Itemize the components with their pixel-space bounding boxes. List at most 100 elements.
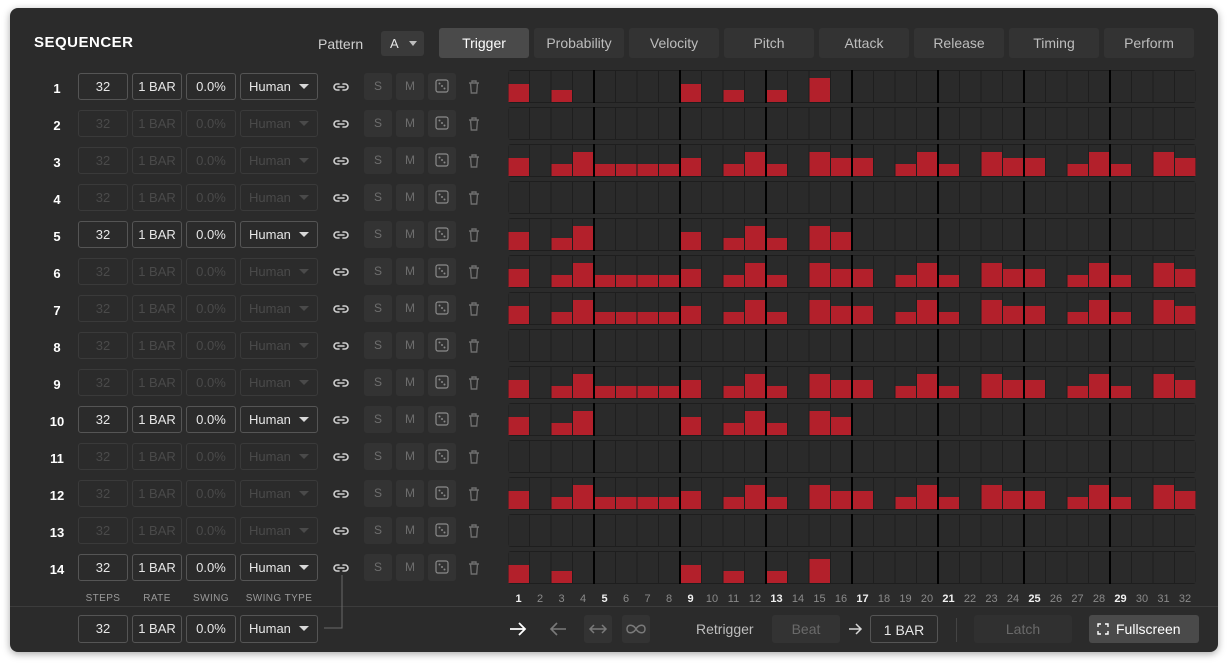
- trigger-bar[interactable]: [745, 374, 766, 398]
- step-cell[interactable]: [637, 71, 659, 102]
- step-cell[interactable]: [1110, 404, 1132, 435]
- randomize-button[interactable]: [428, 332, 456, 359]
- step-cell[interactable]: [874, 71, 895, 102]
- step-cell[interactable]: [551, 515, 573, 546]
- trigger-bar[interactable]: [1153, 485, 1175, 509]
- step-cell[interactable]: [1089, 182, 1110, 213]
- trigger-bar[interactable]: [766, 90, 788, 102]
- step-cell[interactable]: [1110, 182, 1132, 213]
- step-cell[interactable]: [960, 515, 981, 546]
- step-cell[interactable]: [960, 293, 981, 324]
- step-cell[interactable]: [766, 182, 788, 213]
- trigger-bar[interactable]: [852, 306, 874, 324]
- link-icon[interactable]: [331, 114, 351, 134]
- solo-button[interactable]: S: [364, 443, 392, 470]
- step-cell[interactable]: [1024, 71, 1046, 102]
- step-cell[interactable]: [1067, 330, 1089, 361]
- trigger-bar[interactable]: [766, 238, 788, 250]
- step-cell[interactable]: [723, 108, 745, 139]
- step-cell[interactable]: [637, 404, 659, 435]
- step-cell[interactable]: [637, 552, 659, 583]
- step-cell[interactable]: [1153, 71, 1175, 102]
- rate-field[interactable]: 1 BAR: [132, 332, 182, 359]
- swing-type-select[interactable]: Human: [240, 443, 318, 470]
- trigger-bar[interactable]: [831, 306, 852, 324]
- trigger-bar[interactable]: [938, 312, 960, 324]
- step-cell[interactable]: [1024, 515, 1046, 546]
- step-cell[interactable]: [723, 441, 745, 472]
- step-cell[interactable]: [1046, 515, 1067, 546]
- step-cell[interactable]: [960, 71, 981, 102]
- trigger-bar[interactable]: [1089, 300, 1110, 324]
- step-cell[interactable]: [895, 182, 917, 213]
- step-cell[interactable]: [702, 478, 723, 509]
- trigger-bar[interactable]: [981, 300, 1003, 324]
- randomize-button[interactable]: [428, 480, 456, 507]
- mute-button[interactable]: M: [396, 184, 424, 211]
- trigger-bar[interactable]: [637, 386, 659, 398]
- step-cell[interactable]: [1175, 441, 1196, 472]
- step-cell[interactable]: [616, 404, 637, 435]
- swing-type-select[interactable]: Human: [240, 184, 318, 211]
- link-icon[interactable]: [331, 447, 351, 467]
- step-cell[interactable]: [637, 219, 659, 250]
- step-cell[interactable]: [981, 404, 1003, 435]
- trigger-bar[interactable]: [852, 158, 874, 176]
- trigger-bar[interactable]: [1067, 164, 1089, 176]
- step-cell[interactable]: [1132, 182, 1153, 213]
- step-cell[interactable]: [1089, 404, 1110, 435]
- tab-attack[interactable]: Attack: [819, 28, 909, 58]
- step-cell[interactable]: [1110, 441, 1132, 472]
- step-cell[interactable]: [1110, 552, 1132, 583]
- step-cell[interactable]: [702, 145, 723, 176]
- step-cell[interactable]: [1024, 404, 1046, 435]
- link-icon[interactable]: [331, 484, 351, 504]
- trigger-bar[interactable]: [981, 374, 1003, 398]
- trigger-bar[interactable]: [616, 164, 637, 176]
- step-cell[interactable]: [530, 182, 551, 213]
- trigger-bar[interactable]: [616, 312, 637, 324]
- swing-field[interactable]: 0.0%: [186, 184, 236, 211]
- trigger-bar[interactable]: [1024, 380, 1046, 398]
- step-cell[interactable]: [1089, 71, 1110, 102]
- trigger-bar[interactable]: [766, 497, 788, 509]
- trash-icon[interactable]: [464, 151, 484, 171]
- step-cell[interactable]: [1175, 330, 1196, 361]
- step-cell[interactable]: [917, 404, 938, 435]
- step-cell[interactable]: [1067, 552, 1089, 583]
- step-cell[interactable]: [594, 71, 616, 102]
- step-cell[interactable]: [874, 330, 895, 361]
- step-cell[interactable]: [530, 256, 551, 287]
- steps-field[interactable]: 32: [78, 295, 128, 322]
- tab-trigger[interactable]: Trigger: [439, 28, 529, 58]
- step-cell[interactable]: [1175, 108, 1196, 139]
- swing-field[interactable]: 0.0%: [186, 406, 236, 433]
- trigger-bar[interactable]: [1089, 485, 1110, 509]
- trigger-bar[interactable]: [1153, 300, 1175, 324]
- trigger-bar[interactable]: [1067, 386, 1089, 398]
- step-cell[interactable]: [809, 330, 831, 361]
- step-cell[interactable]: [1132, 219, 1153, 250]
- step-cell[interactable]: [960, 552, 981, 583]
- step-cell[interactable]: [702, 182, 723, 213]
- trigger-bar[interactable]: [508, 158, 530, 176]
- step-cell[interactable]: [874, 145, 895, 176]
- step-cell[interactable]: [938, 219, 960, 250]
- step-cell[interactable]: [852, 515, 874, 546]
- step-cell[interactable]: [788, 404, 809, 435]
- solo-button[interactable]: S: [364, 147, 392, 174]
- step-cell[interactable]: [1175, 404, 1196, 435]
- trigger-bar[interactable]: [831, 417, 852, 435]
- trash-icon[interactable]: [464, 225, 484, 245]
- randomize-button[interactable]: [428, 110, 456, 137]
- step-cell[interactable]: [1003, 182, 1024, 213]
- step-cell[interactable]: [573, 515, 594, 546]
- trigger-bar[interactable]: [938, 497, 960, 509]
- trigger-bar[interactable]: [573, 226, 594, 250]
- solo-button[interactable]: S: [364, 258, 392, 285]
- swing-type-select[interactable]: Human: [240, 369, 318, 396]
- step-cell[interactable]: [1089, 330, 1110, 361]
- trigger-bar[interactable]: [809, 411, 831, 435]
- step-cell[interactable]: [702, 404, 723, 435]
- trigger-bar[interactable]: [723, 312, 745, 324]
